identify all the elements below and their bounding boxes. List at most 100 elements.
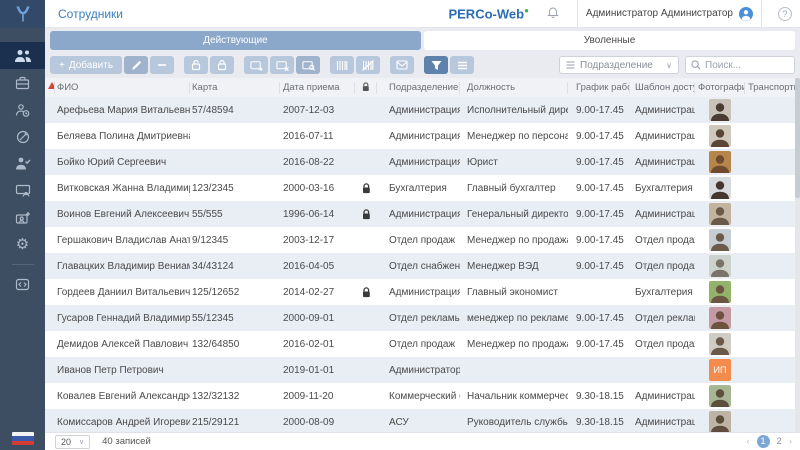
filter-button[interactable] bbox=[424, 56, 448, 74]
column-header-lock[interactable] bbox=[355, 82, 377, 94]
employee-department: Отдел продаж bbox=[377, 235, 460, 246]
notifications-button[interactable] bbox=[547, 6, 559, 22]
barcode-button[interactable] bbox=[330, 56, 354, 74]
card-remove-icon bbox=[276, 60, 289, 71]
lock-button[interactable] bbox=[210, 56, 234, 74]
table-row[interactable]: Демидов Алексей Павлович 132/64850 2016-… bbox=[45, 331, 795, 357]
employee-name: Бойко Юрий Сергеевич bbox=[55, 157, 190, 168]
page-1-button[interactable]: 1 bbox=[757, 435, 770, 448]
verification-icon bbox=[16, 130, 30, 144]
table-row[interactable]: Гусаров Геннадий Владимирович 55/12345 2… bbox=[45, 305, 795, 331]
tab-dismissed-employees[interactable]: Уволенные bbox=[424, 31, 795, 50]
table-header: ФИО Карта Дата приема Подразделение Долж… bbox=[45, 78, 795, 97]
column-header-name[interactable]: ФИО bbox=[55, 82, 190, 94]
employee-department: Бухгалтерия bbox=[377, 183, 460, 194]
envelope-icon bbox=[396, 60, 408, 70]
sidebar-item-person-check[interactable] bbox=[0, 150, 45, 177]
search-input[interactable] bbox=[705, 60, 785, 71]
scrollbar-thumb[interactable] bbox=[795, 78, 800, 198]
sidebar-item-time-tracking[interactable] bbox=[0, 96, 45, 123]
perco-web-brand: PERCo-Web● bbox=[448, 6, 528, 21]
edit-button[interactable] bbox=[124, 56, 148, 74]
employee-hire-date: 2016-08-22 bbox=[280, 157, 355, 168]
page-title: Сотрудники bbox=[58, 7, 123, 21]
columns-button[interactable] bbox=[450, 56, 474, 74]
unlock-button[interactable] bbox=[184, 56, 208, 74]
next-page-button[interactable]: › bbox=[789, 436, 792, 447]
table-row[interactable]: Иванов Петр Петрович 2019-01-01 Админист… bbox=[45, 357, 795, 383]
sidebar-item-employees[interactable] bbox=[0, 42, 45, 69]
card-find-icon bbox=[302, 60, 315, 71]
department-select-value: Подразделение bbox=[580, 60, 653, 71]
badge-add-icon bbox=[15, 211, 31, 225]
employees-icon bbox=[14, 49, 32, 63]
column-header-department[interactable]: Подразделение bbox=[377, 82, 460, 94]
send-message-button[interactable] bbox=[390, 56, 414, 74]
sidebar-item-console[interactable] bbox=[0, 271, 45, 298]
employee-hire-date: 2003-12-17 bbox=[280, 235, 355, 246]
search-icon bbox=[691, 60, 701, 70]
employee-hire-date: 1996-06-14 bbox=[280, 209, 355, 220]
remove-button[interactable] bbox=[150, 56, 174, 74]
employee-schedule: 9.30-18.15 bbox=[568, 391, 630, 402]
issue-card-button[interactable] bbox=[244, 56, 268, 74]
tab-active-employees[interactable]: Действующие bbox=[50, 31, 421, 50]
sidebar-item-badge-add[interactable] bbox=[0, 204, 45, 231]
table-row[interactable]: Ковалев Евгений Александрович 132/32132 … bbox=[45, 383, 795, 409]
employee-photo bbox=[695, 255, 745, 277]
employee-position: Начальник коммерческого отдела bbox=[460, 391, 568, 402]
employee-schedule: 9.00-17.45 bbox=[568, 209, 630, 220]
help-button[interactable]: ? bbox=[778, 7, 792, 21]
employee-photo-avatar bbox=[709, 385, 731, 407]
table-row[interactable]: Беляева Полина Дмитриевна 2016-07-11 Адм… bbox=[45, 123, 795, 149]
table-row[interactable]: Воинов Евгений Алексеевич 55/555 1996-06… bbox=[45, 201, 795, 227]
status-tabs: Действующие Уволенные bbox=[45, 28, 800, 52]
warning-icon bbox=[48, 82, 55, 89]
sidebar-item-verification[interactable] bbox=[0, 123, 45, 150]
employee-department: Администрация bbox=[377, 157, 460, 168]
employee-department: Администрация bbox=[377, 105, 460, 116]
column-header-schedule[interactable]: График работы bbox=[568, 82, 630, 94]
table-row[interactable]: Гордеев Даниил Витальевич 125/12652 2014… bbox=[45, 279, 795, 305]
employee-hire-date: 2016-02-01 bbox=[280, 339, 355, 350]
user-menu[interactable]: Администратор Администратор bbox=[586, 7, 753, 21]
employee-card: 55/12345 bbox=[190, 313, 280, 324]
employee-lock bbox=[355, 287, 377, 298]
prev-page-button[interactable]: ‹ bbox=[746, 436, 749, 447]
column-header-hire-date[interactable]: Дата приема bbox=[280, 82, 355, 94]
employee-access-template: Отдел продаж bbox=[630, 339, 695, 350]
divider bbox=[577, 0, 578, 28]
table-row[interactable]: Главацких Владимир Вениаминович 34/43124… bbox=[45, 253, 795, 279]
page-2-button[interactable]: 2 bbox=[777, 436, 782, 447]
barcode-off-button[interactable] bbox=[356, 56, 380, 74]
column-header-photo[interactable]: Фотография bbox=[695, 82, 745, 94]
table-row[interactable]: Арефьева Мария Витальевна 57/48594 2007-… bbox=[45, 97, 795, 123]
table-row[interactable]: Витковская Жанна Владимировна 123/2345 2… bbox=[45, 175, 795, 201]
employee-photo bbox=[695, 99, 745, 121]
employee-access-template: Отдел продаж bbox=[630, 261, 695, 272]
employee-position: Главный бухгалтер bbox=[460, 183, 568, 194]
column-header-position[interactable]: Должность bbox=[460, 82, 568, 94]
page-size-select[interactable]: 20 ∨ bbox=[55, 435, 90, 449]
sidebar-item-monitoring[interactable] bbox=[0, 177, 45, 204]
column-header-transport[interactable]: Транспортное сре bbox=[745, 82, 795, 94]
language-switcher[interactable] bbox=[0, 432, 45, 445]
employee-position: Менеджер по продажам bbox=[460, 339, 568, 350]
edit-pencil-icon bbox=[131, 60, 142, 71]
remove-card-button[interactable] bbox=[270, 56, 294, 74]
employee-photo-avatar bbox=[709, 203, 731, 225]
column-header-access-template[interactable]: Шаблон доступа bbox=[630, 82, 695, 94]
sidebar-item-pass-office[interactable] bbox=[0, 69, 45, 96]
gear-icon: ⚙ bbox=[16, 237, 29, 252]
sidebar-item-settings[interactable]: ⚙ bbox=[0, 231, 45, 258]
table-row[interactable]: Бойко Юрий Сергеевич 2016-08-22 Админист… bbox=[45, 149, 795, 175]
find-card-button[interactable] bbox=[296, 56, 320, 74]
console-icon bbox=[15, 278, 30, 291]
add-button[interactable]: +Добавить bbox=[50, 56, 122, 74]
vertical-scrollbar[interactable] bbox=[795, 78, 800, 432]
department-select[interactable]: Подразделение ∨ bbox=[559, 56, 679, 74]
table-row[interactable]: Гершакович Владислав Анатольевич 9/12345… bbox=[45, 227, 795, 253]
user-avatar-icon bbox=[739, 7, 753, 21]
employee-name: Гершакович Владислав Анатольевич bbox=[55, 235, 190, 246]
column-header-card[interactable]: Карта bbox=[190, 82, 280, 94]
